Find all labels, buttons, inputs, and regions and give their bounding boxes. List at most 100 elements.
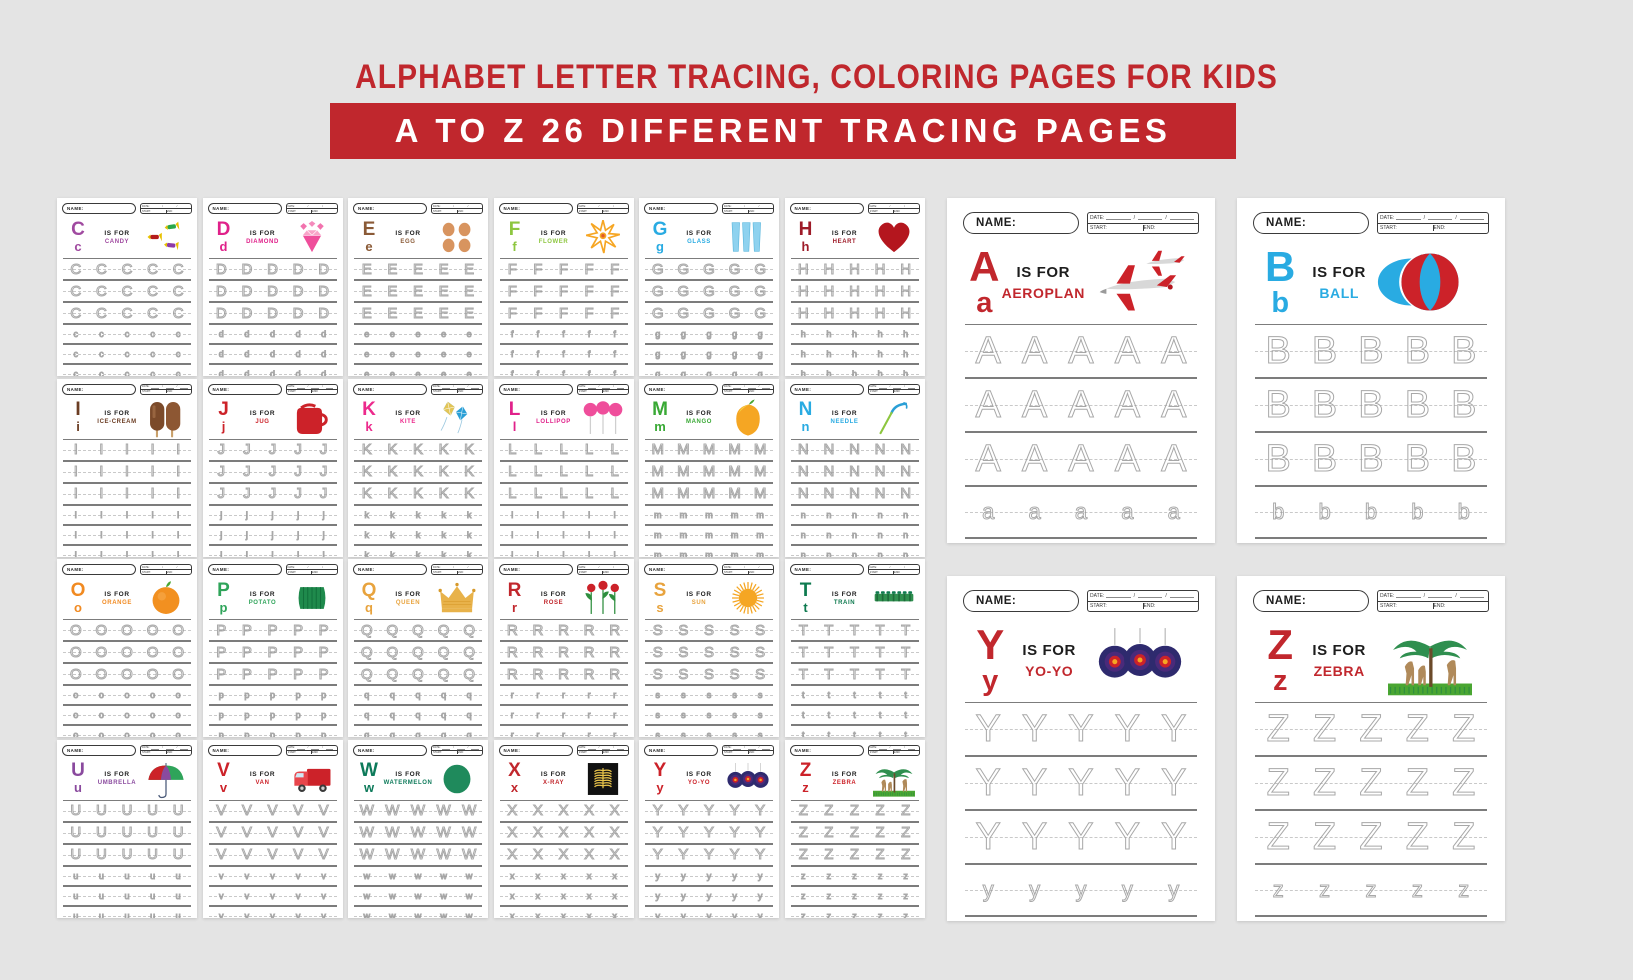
tracing-row-lowercase[interactable]: ppppp	[208, 725, 337, 737]
worksheet-c[interactable]: NAME: DATE: / / START: END: C c IS FOR C…	[57, 198, 197, 376]
date-time-box[interactable]: DATE: / / START: END:	[867, 744, 920, 756]
start-cell[interactable]: START:	[288, 390, 312, 393]
worksheet-a-big[interactable]: NAME: DATE: / / START: END: A a IS FOR A…	[947, 198, 1215, 543]
worksheet-o[interactable]: NAME: DATE: / / START: END: O o IS FOR O…	[57, 559, 197, 737]
end-cell[interactable]: END:	[456, 570, 482, 574]
tracing-row-lowercase[interactable]: vvvvv	[208, 905, 337, 918]
worksheet-b-big[interactable]: NAME: DATE: / / START: END: B b IS FOR B…	[1237, 198, 1505, 543]
start-cell[interactable]: START:	[142, 210, 166, 213]
tracing-row-uppercase[interactable]: WWWWW	[354, 799, 482, 822]
worksheet-z[interactable]: NAME: DATE: / / START: END: Z z IS FOR Z…	[784, 739, 925, 918]
tracing-row-uppercase[interactable]: RRRRR	[499, 619, 628, 641]
tracing-row-lowercase[interactable]: ttttt	[790, 705, 919, 725]
start-cell[interactable]: START:	[142, 571, 166, 574]
name-input[interactable]: NAME:	[207, 203, 282, 214]
end-cell[interactable]: END:	[602, 209, 627, 213]
tracing-row-lowercase[interactable]: hhhhh	[790, 324, 919, 344]
tracing-row-lowercase[interactable]: aaaaa	[965, 486, 1197, 538]
date-time-box[interactable]: DATE: / / START: END:	[285, 744, 338, 756]
tracing-row-lowercase[interactable]: sssss	[645, 725, 773, 737]
end-cell[interactable]: END:	[602, 570, 627, 574]
tracing-row-uppercase[interactable]: YYYYY	[965, 810, 1197, 864]
tracing-row-uppercase[interactable]: YYYYY	[645, 843, 773, 866]
tracing-row-uppercase[interactable]: PPPPP	[208, 663, 337, 685]
worksheet-f[interactable]: NAME: DATE: / / START: END: F f IS FOR F…	[493, 198, 634, 376]
start-cell[interactable]: START:	[1380, 603, 1433, 609]
start-cell[interactable]: START:	[579, 390, 603, 393]
start-cell[interactable]: START:	[724, 390, 748, 393]
tracing-row-uppercase[interactable]: QQQQQ	[354, 663, 482, 685]
worksheet-x[interactable]: NAME: DATE: / / START: END: X x IS FOR X…	[493, 739, 634, 918]
tracing-row-lowercase[interactable]: wwwww	[354, 885, 482, 906]
name-input[interactable]: NAME:	[353, 564, 427, 575]
name-input[interactable]: NAME:	[353, 383, 427, 395]
start-cell[interactable]: START:	[142, 751, 166, 754]
tracing-row-lowercase[interactable]: yyyyy	[645, 905, 773, 918]
tracing-row-uppercase[interactable]: ZZZZZ	[790, 843, 919, 866]
tracing-row-lowercase[interactable]: hhhhh	[790, 344, 919, 364]
tracing-row-lowercase[interactable]: hhhhh	[790, 364, 919, 376]
tracing-row-lowercase[interactable]: uuuuu	[63, 865, 191, 886]
worksheet-p[interactable]: NAME: DATE: / / START: END: P p IS FOR P…	[202, 559, 343, 737]
end-cell[interactable]: END:	[456, 751, 482, 754]
tracing-row-lowercase[interactable]: bbbbb	[1255, 486, 1487, 538]
name-input[interactable]: NAME:	[963, 212, 1079, 234]
worksheet-u[interactable]: NAME: DATE: / / START: END: U u IS FOR U…	[57, 739, 197, 918]
end-cell[interactable]: END:	[602, 390, 627, 393]
tracing-row-lowercase[interactable]: fffff	[499, 324, 628, 344]
tracing-row-lowercase[interactable]: kkkkk	[354, 524, 482, 545]
worksheet-w[interactable]: NAME: DATE: / / START: END: W w IS FOR W…	[348, 739, 488, 918]
start-cell[interactable]: START:	[433, 571, 457, 574]
date-time-box[interactable]: DATE: / / START: END:	[576, 203, 629, 214]
tracing-row-uppercase[interactable]: SSSSS	[645, 641, 773, 663]
name-input[interactable]: NAME:	[353, 203, 427, 214]
tracing-row-lowercase[interactable]: kkkkk	[354, 544, 482, 557]
name-input[interactable]: NAME:	[1253, 212, 1369, 234]
tracing-row-lowercase[interactable]: vvvvv	[208, 885, 337, 906]
date-time-box[interactable]: DATE: / / START: END:	[285, 203, 338, 214]
tracing-row-lowercase[interactable]: qqqqq	[354, 725, 482, 737]
end-cell[interactable]: END:	[893, 390, 918, 393]
tracing-row-uppercase[interactable]: VVVVV	[208, 799, 337, 822]
tracing-row-lowercase[interactable]: ddddd	[208, 324, 337, 344]
tracing-row-lowercase[interactable]: ppppp	[208, 705, 337, 725]
tracing-row-uppercase[interactable]: ZZZZZ	[1255, 810, 1487, 864]
tracing-row-uppercase[interactable]: SSSSS	[645, 619, 773, 641]
tracing-row-uppercase[interactable]: RRRRR	[499, 641, 628, 663]
tracing-row-lowercase[interactable]: sssss	[645, 705, 773, 725]
date-time-box[interactable]: DATE: / / START: END:	[1377, 590, 1489, 612]
tracing-row-lowercase[interactable]: iiiii	[63, 504, 191, 525]
start-cell[interactable]: START:	[288, 210, 312, 213]
tracing-row-lowercase[interactable]: ccccc	[63, 344, 191, 364]
tracing-row-uppercase[interactable]: DDDDD	[208, 258, 337, 280]
date-time-box[interactable]: DATE: / / START: END:	[867, 564, 920, 575]
tracing-row-uppercase[interactable]: VVVVV	[208, 843, 337, 866]
tracing-row-lowercase[interactable]: rrrrr	[499, 705, 628, 725]
tracing-row-uppercase[interactable]: YYYYY	[965, 702, 1197, 756]
date-time-box[interactable]: DATE: / / START: END:	[431, 203, 483, 214]
tracing-row-uppercase[interactable]: ZZZZZ	[790, 799, 919, 822]
tracing-row-uppercase[interactable]: QQQQQ	[354, 619, 482, 641]
tracing-row-lowercase[interactable]: ggggg	[645, 344, 773, 364]
tracing-row-lowercase[interactable]: zzzzz	[790, 905, 919, 918]
name-input[interactable]: NAME:	[644, 203, 718, 214]
date-time-box[interactable]: DATE: / / START: END:	[867, 203, 920, 214]
tracing-row-lowercase[interactable]: jjjjj	[208, 504, 337, 525]
tracing-row-uppercase[interactable]: IIIII	[63, 482, 191, 505]
tracing-row-uppercase[interactable]: IIIII	[63, 460, 191, 483]
tracing-row-lowercase[interactable]: zzzzz	[1255, 916, 1487, 921]
worksheet-k[interactable]: NAME: DATE: / / START: END: K k IS FOR K…	[348, 378, 488, 557]
start-cell[interactable]: START:	[579, 751, 603, 754]
name-input[interactable]: NAME:	[353, 744, 427, 756]
tracing-row-lowercase[interactable]: zzzzz	[790, 885, 919, 906]
date-time-box[interactable]: DATE: / / START: END:	[431, 744, 483, 756]
name-input[interactable]: NAME:	[963, 590, 1079, 612]
tracing-row-lowercase[interactable]: qqqqq	[354, 705, 482, 725]
tracing-row-lowercase[interactable]: yyyyy	[965, 916, 1197, 921]
tracing-row-uppercase[interactable]: NNNNN	[790, 482, 919, 505]
tracing-row-uppercase[interactable]: SSSSS	[645, 663, 773, 685]
tracing-row-lowercase[interactable]: qqqqq	[354, 685, 482, 705]
tracing-row-uppercase[interactable]: CCCCC	[63, 258, 191, 280]
start-cell[interactable]: START:	[870, 751, 894, 754]
name-input[interactable]: NAME:	[789, 203, 864, 214]
